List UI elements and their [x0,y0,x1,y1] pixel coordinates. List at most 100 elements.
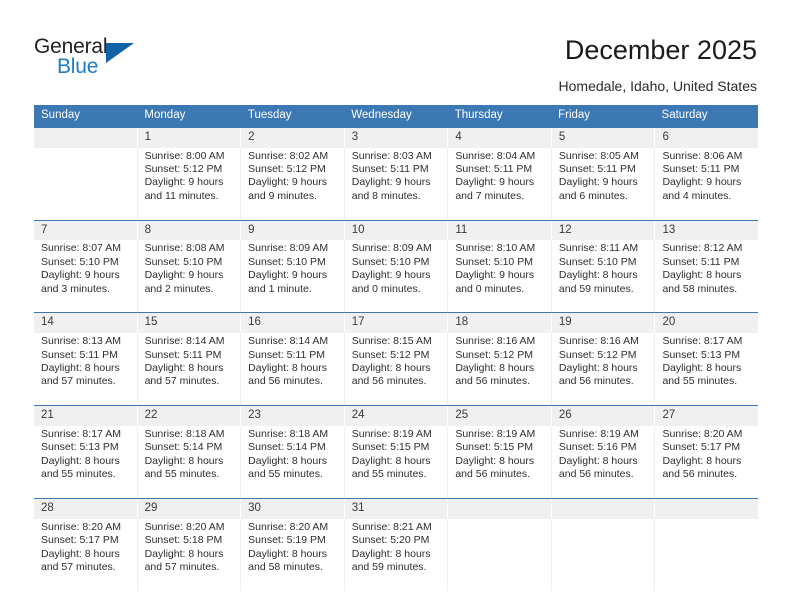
day-cell-14[interactable]: Sunrise: 8:13 AM Sunset: 5:11 PM Daylight:… [34,333,138,406]
day-number-4[interactable]: 4 [448,127,552,148]
weekday-header-wednesday: Wednesday [351,109,412,121]
day-detail-line: Sunrise: 8:10 AM [455,242,536,255]
day-detail-line: Sunset: 5:14 PM [144,441,223,454]
day-detail-line: Sunset: 5:12 PM [455,348,533,361]
day-detail-line: Sunrise: 8:04 AM [455,149,536,162]
day-cell-8[interactable]: Sunrise: 8:08 AM Sunset: 5:10 PM Daylight:… [138,240,242,313]
day-number-30[interactable]: 30 [241,498,345,519]
day-number-19[interactable]: 19 [552,313,656,334]
day-cell-23[interactable]: Sunrise: 8:18 AM Sunset: 5:14 PM Daylight:… [241,425,345,498]
day-number-9[interactable]: 9 [241,220,345,241]
day-number-17[interactable]: 17 [345,313,449,334]
day-cell-25[interactable]: Sunrise: 8:19 AM Sunset: 5:15 PM Daylight:… [448,425,552,498]
day-cell-26[interactable]: Sunrise: 8:19 AM Sunset: 5:16 PM Daylight:… [552,425,656,498]
day-detail-line: and 6 minutes. [558,189,628,202]
day-number-8[interactable]: 8 [138,220,242,241]
day-number-25[interactable]: 25 [448,406,552,426]
day-detail-line: and 56 minutes. [248,375,323,388]
day-number-13[interactable]: 13 [655,221,758,241]
day-cell-24[interactable]: Sunrise: 8:19 AM Sunset: 5:15 PM Daylight:… [345,425,449,498]
day-number-28[interactable]: 28 [34,498,138,519]
day-number-29[interactable]: 29 [138,498,242,519]
day-detail-line: Daylight: 8 hours [662,362,742,374]
day-detail-row: Sunrise: 8:07 AM Sunset: 5:10 PM Daylight:… [34,240,758,313]
day-detail-line: Daylight: 8 hours [662,269,742,282]
day-detail-line: Sunset: 5:18 PM [144,534,223,547]
day-detail-line: Daylight: 9 hours [248,269,327,282]
page-header: General Blue December 2025 Homedale, Ida… [0,0,792,100]
day-number-24[interactable]: 24 [345,406,449,426]
day-number-21[interactable]: 21 [34,406,138,426]
day-detail-line: Sunrise: 8:16 AM [558,335,639,348]
day-detail-line: Sunset: 5:10 PM [248,255,326,268]
day-cell-15[interactable]: Sunrise: 8:14 AM Sunset: 5:11 PM Daylight:… [138,333,242,406]
calendar-week-row: 1 2 3 4 5 6 Sunrise: 8:00 AM Sunset: 5:12 PM Day… [34,127,758,220]
day-detail-line: and 57 minutes. [41,561,116,573]
day-number-23[interactable]: 23 [241,406,345,426]
day-number-3[interactable]: 3 [345,127,449,148]
day-cell-22[interactable]: Sunrise: 8:18 AM Sunset: 5:14 PM Daylight:… [138,425,242,498]
day-detail-line: and 3 minutes. [41,282,110,295]
day-detail-line: Sunrise: 8:16 AM [455,335,536,348]
day-number-5[interactable]: 5 [552,127,656,148]
day-cell-21[interactable]: Sunrise: 8:17 AM Sunset: 5:13 PM Daylight:… [34,425,138,498]
day-cell-6[interactable]: Sunrise: 8:06 AM Sunset: 5:11 PM Daylight:… [655,148,758,220]
day-number-row: 7 8 9 10 11 12 13 [34,220,758,241]
day-number-31[interactable]: 31 [345,498,449,519]
day-cell-11[interactable]: Sunrise: 8:10 AM Sunset: 5:10 PM Daylight:… [448,240,552,313]
day-number-20[interactable]: 20 [655,313,758,333]
day-number-1[interactable]: 1 [138,127,242,148]
day-cell-29[interactable]: Sunrise: 8:20 AM Sunset: 5:18 PM Daylight:… [138,518,242,591]
day-number-6[interactable]: 6 [655,128,758,148]
day-cell-13[interactable]: Sunrise: 8:12 AM Sunset: 5:11 PM Daylight:… [655,240,758,312]
day-number-14[interactable]: 14 [34,313,138,334]
day-number-26[interactable]: 26 [552,406,656,426]
day-cell-28[interactable]: Sunrise: 8:20 AM Sunset: 5:17 PM Daylight:… [34,518,138,591]
day-cell-31[interactable]: Sunrise: 8:21 AM Sunset: 5:20 PM Daylight:… [345,518,449,591]
day-number-11[interactable]: 11 [448,220,552,241]
day-detail-line: and 0 minutes. [455,282,525,295]
day-number-row: 28 29 30 31 [34,498,758,519]
day-cell-30[interactable]: Sunrise: 8:20 AM Sunset: 5:19 PM Daylight:… [241,518,345,591]
day-cell-10[interactable]: Sunrise: 8:09 AM Sunset: 5:10 PM Daylight:… [345,240,449,313]
day-detail-row: Sunrise: 8:20 AM Sunset: 5:17 PM Daylight:… [34,518,758,591]
day-cell-empty [655,519,758,591]
day-cell-5[interactable]: Sunrise: 8:05 AM Sunset: 5:11 PM Daylight:… [552,147,656,220]
day-cell-18[interactable]: Sunrise: 8:16 AM Sunset: 5:12 PM Daylight:… [448,333,552,406]
day-cell-1[interactable]: Sunrise: 8:00 AM Sunset: 5:12 PM Daylight:… [138,147,242,220]
day-detail-line: Sunrise: 8:08 AM [144,242,225,255]
day-cell-12[interactable]: Sunrise: 8:11 AM Sunset: 5:10 PM Daylight:… [552,240,656,313]
day-detail-line: Daylight: 8 hours [41,547,120,560]
day-cell-9[interactable]: Sunrise: 8:09 AM Sunset: 5:10 PM Daylight:… [241,240,345,313]
day-detail-line: Sunrise: 8:19 AM [558,427,639,440]
day-cell-20[interactable]: Sunrise: 8:17 AM Sunset: 5:13 PM Daylight:… [655,333,758,405]
day-number-16[interactable]: 16 [241,313,345,334]
day-number-18[interactable]: 18 [448,313,552,334]
general-blue-logo[interactable]: General Blue [34,36,154,82]
day-detail-line: Sunrise: 8:19 AM [351,427,432,440]
day-number-7[interactable]: 7 [34,220,138,241]
day-detail-line: Sunset: 5:11 PM [41,348,118,361]
day-detail-line: and 56 minutes. [662,468,738,481]
day-detail-line: Sunset: 5:12 PM [351,348,430,361]
day-number-22[interactable]: 22 [138,406,242,426]
day-number-2[interactable]: 2 [241,127,345,148]
day-number-10[interactable]: 10 [345,220,449,241]
day-detail-line: Sunrise: 8:06 AM [662,149,743,162]
day-cell-7[interactable]: Sunrise: 8:07 AM Sunset: 5:10 PM Daylight:… [34,240,138,313]
day-detail-line: Daylight: 9 hours [144,269,224,282]
day-number-15[interactable]: 15 [138,313,242,334]
day-cell-4[interactable]: Sunrise: 8:04 AM Sunset: 5:11 PM Daylight:… [448,147,552,220]
day-detail-line: Sunset: 5:12 PM [558,348,637,361]
day-number-12[interactable]: 12 [552,220,656,241]
day-detail-line: Daylight: 8 hours [248,362,327,374]
day-detail-line: Sunset: 5:17 PM [41,534,119,547]
day-cell-19[interactable]: Sunrise: 8:16 AM Sunset: 5:12 PM Daylight:… [552,333,656,406]
day-cell-3[interactable]: Sunrise: 8:03 AM Sunset: 5:11 PM Daylight:… [345,147,449,220]
day-detail-line: Sunset: 5:11 PM [662,163,740,175]
day-cell-16[interactable]: Sunrise: 8:14 AM Sunset: 5:11 PM Daylight:… [241,333,345,406]
day-cell-27[interactable]: Sunrise: 8:20 AM Sunset: 5:17 PM Daylight:… [655,426,758,498]
day-cell-17[interactable]: Sunrise: 8:15 AM Sunset: 5:12 PM Daylight:… [345,333,449,406]
day-number-27[interactable]: 27 [655,406,758,426]
day-cell-2[interactable]: Sunrise: 8:02 AM Sunset: 5:12 PM Daylight:… [241,147,345,220]
